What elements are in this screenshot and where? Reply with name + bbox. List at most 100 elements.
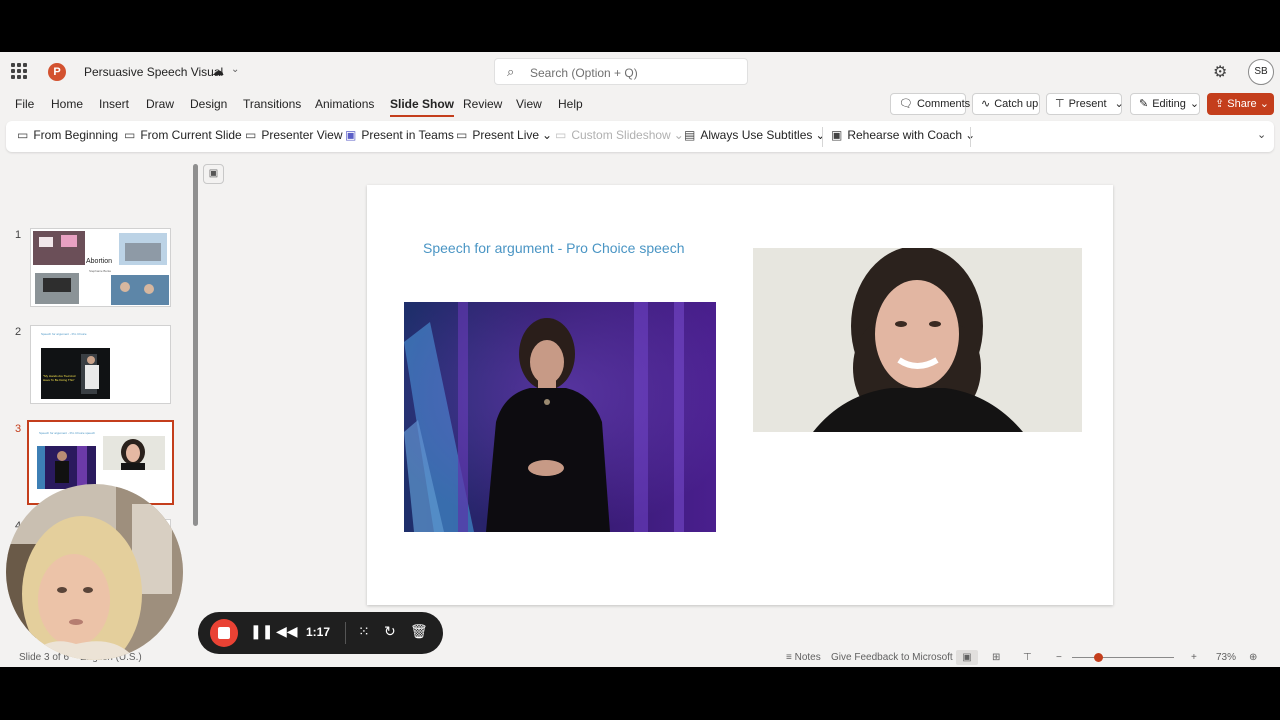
present-teams-label: Present in Teams (361, 128, 454, 142)
search-placeholder: Search (Option + Q) (530, 66, 638, 80)
from-beginning-button[interactable]: ▭ From Beginning (17, 128, 118, 142)
search-box[interactable]: ⌕ Search (Option + Q) (494, 58, 748, 85)
status-bar: Slide 3 of 6 English (U.S.) ≡ Notes Give… (0, 648, 1280, 667)
pause-icon[interactable]: ❚❚ (250, 623, 273, 640)
slide-title[interactable]: Speech for argument - Pro Choice speech (423, 240, 684, 256)
editing-label: Editing (1152, 98, 1186, 110)
from-current-label: From Current Slide (140, 128, 242, 142)
presenter-view-button[interactable]: ▭ Presenter View (245, 128, 343, 142)
normal-view-icon[interactable]: ▣ (956, 650, 978, 665)
thumbnail-title: Abortion (86, 258, 113, 265)
rewind-icon[interactable]: ◀◀ (276, 623, 298, 640)
recording-timer: 1:17 (306, 625, 331, 639)
grid-icon[interactable]: ⁙ (358, 623, 370, 640)
powerpoint-window: P Persuasive Speech Visual ☁ ⌄ ⌕ Search … (0, 52, 1280, 667)
tab-transitions[interactable]: Transitions (243, 97, 301, 111)
tab-file[interactable]: File (15, 97, 34, 111)
tab-design[interactable]: Design (190, 97, 227, 111)
saved-status-icon[interactable]: ☁ (212, 64, 224, 78)
stop-recording-button[interactable] (210, 619, 238, 647)
play-current-icon: ▭ (124, 128, 136, 142)
comments-label: Comments (916, 98, 971, 110)
tab-help[interactable]: Help (558, 97, 583, 111)
editing-mode-button[interactable]: ✎ Editing ⌄ (1130, 93, 1200, 115)
always-use-subtitles-button[interactable]: ▤ Always Use Subtitles ⌄ (684, 128, 825, 142)
tab-draw[interactable]: Draw (146, 97, 174, 111)
comments-button[interactable]: 🗨 Comments (890, 93, 970, 115)
notes-button[interactable]: ≡ Notes (786, 652, 821, 663)
present-live-icon: ▭ (456, 128, 468, 142)
zoom-slider-thumb[interactable] (1094, 653, 1103, 662)
from-current-slide-button[interactable]: ▭ From Current Slide (124, 128, 242, 142)
webcam-overlay[interactable] (6, 484, 183, 660)
present-in-teams-button[interactable]: ▣ Present in Teams (345, 128, 454, 142)
slide-canvas[interactable]: Speech for argument - Pro Choice speech (367, 185, 1113, 605)
thumbnail-caption: "My Hands Are Tied And Have To Be Doing … (43, 374, 76, 382)
catch-up-label: Catch up (994, 98, 1039, 110)
tab-animations[interactable]: Animations (315, 97, 374, 111)
chevron-down-icon[interactable]: ⌄ (231, 64, 239, 75)
coach-icon: ▣ (831, 128, 843, 142)
tab-insert[interactable]: Insert (99, 97, 129, 111)
subtitles-icon: ▤ (684, 128, 696, 142)
present-live-label: Present Live (472, 128, 540, 142)
slide-sorter-icon[interactable]: ⊞ (992, 652, 1000, 663)
avatar[interactable]: SB (1248, 59, 1274, 85)
rehearse-with-coach-button[interactable]: ▣Rehearse with Coach⌄ (831, 128, 975, 142)
share-icon: ⇪ (1215, 98, 1228, 110)
custom-slideshow-icon: ▭ (555, 128, 567, 142)
toolbar-divider (345, 622, 346, 644)
thumbnail-number: 3 (15, 423, 22, 435)
zoom-in-icon[interactable]: + (1191, 652, 1197, 663)
app-launcher-icon[interactable] (11, 63, 27, 79)
reading-view-icon[interactable]: ⊤ (1023, 652, 1032, 663)
restart-icon[interactable]: ↻ (384, 623, 396, 640)
ribbon-divider (822, 127, 823, 147)
feedback-link[interactable]: Give Feedback to Microsoft (831, 652, 953, 663)
pulse-icon: ∿ (981, 98, 991, 110)
thumbnail-number: 1 (15, 229, 22, 241)
present-label: Present (1068, 98, 1107, 110)
search-icon: ⌕ (507, 64, 515, 79)
recording-toolbar: ❚❚ ◀◀ 1:17 ⁙ ↻ 🗑 (198, 612, 443, 654)
gear-icon[interactable]: ⚙ (1213, 62, 1227, 82)
toggle-thumbnail-pane-icon[interactable]: ▣ (203, 164, 224, 184)
comment-icon: 🗨 (899, 98, 913, 110)
slide-show-ribbon: ▭ From Beginning ▭ From Current Slide ▭ Pre… (6, 121, 1274, 152)
present-live-button[interactable]: ▭ Present Live ⌄ (456, 128, 552, 142)
trash-icon[interactable]: 🗑 (410, 623, 428, 640)
ribbon-expand-chevron-icon[interactable]: ⌄ (1257, 128, 1266, 141)
menu-bar: File Home Insert Draw Design Transitions… (0, 92, 1280, 118)
chevron-down-icon: ⌄ (1256, 98, 1269, 110)
share-label: Share (1227, 98, 1257, 110)
chevron-down-icon: ⌄ (815, 128, 826, 142)
zoom-slider[interactable] (1072, 657, 1174, 658)
tab-slide-show[interactable]: Slide Show (390, 97, 455, 117)
present-button[interactable]: ⊤ Present ⌄ (1046, 93, 1124, 115)
slide-thumbnail-2[interactable]: Speech for argument - Pro Choice "My Han… (30, 325, 171, 404)
speaker-portrait-image[interactable] (753, 248, 1082, 432)
play-from-start-icon: ▭ (17, 128, 29, 142)
catch-up-button[interactable]: ∿ Catch up (972, 93, 1040, 115)
presenter-view-icon: ▭ (245, 128, 257, 142)
thumbnail-number: 2 (15, 326, 22, 338)
chevron-down-icon: ⌄ (1189, 98, 1200, 110)
from-beginning-label: From Beginning (33, 128, 119, 142)
custom-slideshow-label: Custom Slideshow (571, 128, 671, 142)
tab-review[interactable]: Review (463, 97, 502, 111)
slide-thumbnail-1[interactable]: Abortion Stephanie Burke (30, 228, 171, 307)
tab-home[interactable]: Home (51, 97, 83, 111)
notes-icon: ≡ (786, 652, 795, 663)
thumbnail-title: Speech for argument - Pro Choice (41, 332, 87, 336)
zoom-level[interactable]: 73% (1216, 652, 1236, 663)
share-button[interactable]: ⇪ Share ⌄ (1207, 93, 1274, 115)
custom-slideshow-button[interactable]: ▭ Custom Slideshow ⌄ (555, 128, 684, 142)
thumbnail-subtitle: Stephanie Burke (89, 269, 112, 273)
speaker-on-stage-image[interactable] (404, 302, 716, 532)
tab-view[interactable]: View (516, 97, 542, 111)
document-title[interactable]: Persuasive Speech Visual (84, 65, 223, 79)
zoom-out-icon[interactable]: − (1056, 652, 1062, 663)
thumbnail-scrollbar[interactable] (193, 164, 198, 526)
fit-to-window-icon[interactable]: ⊕ (1249, 652, 1257, 663)
slide-1-preview (33, 231, 169, 305)
